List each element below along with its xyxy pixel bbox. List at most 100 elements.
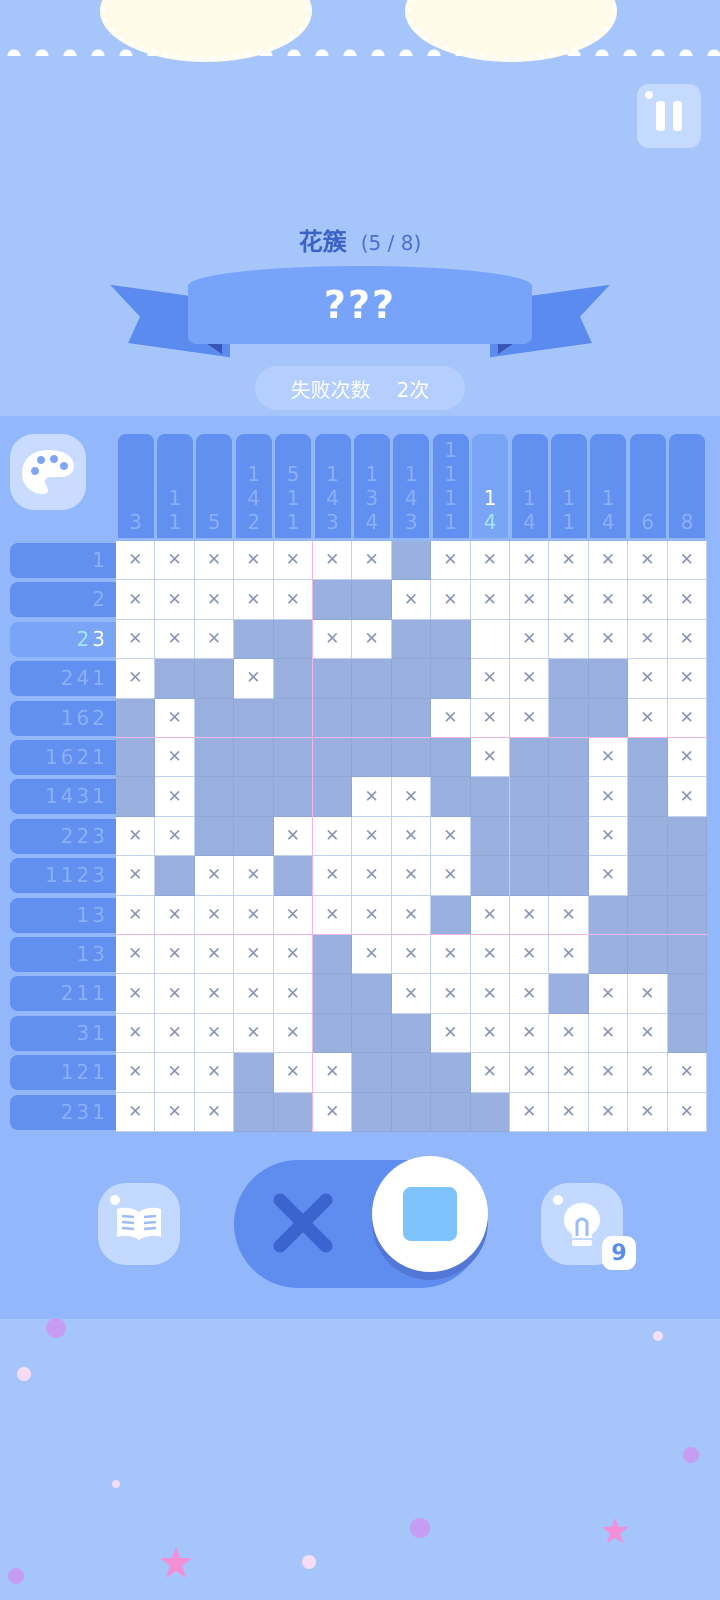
grid-cell-filled[interactable] — [391, 619, 432, 660]
grid-cell-crossed[interactable]: ✕ — [155, 777, 195, 817]
grid-cell-filled[interactable] — [352, 738, 392, 778]
grid-cell-crossed[interactable]: ✕ — [194, 935, 235, 975]
grid-cell-crossed[interactable]: ✕ — [549, 1013, 589, 1054]
grid-cell-crossed[interactable]: ✕ — [313, 619, 353, 660]
grid-cell-filled[interactable] — [667, 1013, 707, 1054]
grid-cell-crossed[interactable]: ✕ — [116, 1013, 156, 1054]
grid-cell-crossed[interactable]: ✕ — [431, 580, 471, 620]
grid-cell-crossed[interactable]: ✕ — [470, 698, 510, 738]
grid-cell-filled[interactable] — [352, 659, 392, 699]
grid-cell-crossed[interactable]: ✕ — [194, 974, 235, 1014]
grid-cell-crossed[interactable]: ✕ — [273, 1013, 313, 1054]
grid-cell-crossed[interactable]: ✕ — [510, 974, 550, 1014]
grid-cell-crossed[interactable]: ✕ — [431, 541, 471, 581]
grid-cell-crossed[interactable]: ✕ — [155, 1013, 195, 1054]
grid-cell-filled[interactable] — [155, 856, 195, 896]
grid-cell-filled[interactable] — [431, 1053, 471, 1093]
grid-cell-filled[interactable] — [352, 698, 392, 738]
grid-cell-crossed[interactable]: ✕ — [273, 974, 313, 1014]
grid-cell-filled[interactable] — [549, 698, 589, 738]
grid-cell-filled[interactable] — [234, 1053, 274, 1093]
grid-cell-filled[interactable] — [391, 738, 432, 778]
grid-cell-filled[interactable] — [313, 659, 353, 699]
grid-cell-crossed[interactable]: ✕ — [155, 541, 195, 581]
grid-cell-crossed[interactable]: ✕ — [628, 541, 668, 581]
grid-cell-filled[interactable] — [431, 659, 471, 699]
grid-cell-crossed[interactable]: ✕ — [588, 580, 629, 620]
grid-cell-crossed[interactable]: ✕ — [234, 935, 274, 975]
grid-cell-crossed[interactable]: ✕ — [470, 974, 510, 1014]
grid-cell-crossed[interactable]: ✕ — [273, 541, 313, 581]
grid-cell-filled[interactable] — [194, 816, 235, 857]
grid-cell-filled[interactable] — [234, 698, 274, 738]
grid-cell-crossed[interactable]: ✕ — [667, 698, 707, 738]
grid-cell-crossed[interactable]: ✕ — [155, 816, 195, 857]
grid-cell-crossed[interactable]: ✕ — [628, 698, 668, 738]
grid-cell-filled[interactable] — [194, 777, 235, 817]
grid-cell-crossed[interactable]: ✕ — [628, 974, 668, 1014]
grid-cell-filled[interactable] — [273, 698, 313, 738]
grid-cell-crossed[interactable]: ✕ — [431, 856, 471, 896]
grid-cell-crossed[interactable]: ✕ — [588, 619, 629, 660]
grid-cell-crossed[interactable]: ✕ — [116, 895, 156, 935]
grid-cell-filled[interactable] — [273, 777, 313, 817]
book-button[interactable] — [98, 1183, 180, 1265]
grid-cell-crossed[interactable]: ✕ — [234, 856, 274, 896]
grid-cell-filled[interactable] — [352, 974, 392, 1014]
grid-cell-crossed[interactable]: ✕ — [155, 698, 195, 738]
grid-cell-crossed[interactable]: ✕ — [510, 1092, 550, 1132]
grid-cell-crossed[interactable]: ✕ — [431, 698, 471, 738]
grid-cell-filled[interactable] — [313, 935, 353, 975]
grid-cell-crossed[interactable]: ✕ — [234, 541, 274, 581]
grid-cell-filled[interactable] — [352, 1092, 392, 1132]
grid-cell-crossed[interactable]: ✕ — [352, 541, 392, 581]
grid-cell-filled[interactable] — [470, 1092, 510, 1132]
grid-cell-filled[interactable] — [352, 580, 392, 620]
grid-cell-filled[interactable] — [234, 1092, 274, 1132]
grid-cell-crossed[interactable]: ✕ — [588, 856, 629, 896]
grid-cell-filled[interactable] — [391, 541, 432, 581]
grid-cell-filled[interactable] — [273, 738, 313, 778]
fill-mode-knob[interactable] — [372, 1156, 488, 1272]
grid-cell-crossed[interactable]: ✕ — [549, 1092, 589, 1132]
grid-cell-filled[interactable] — [313, 974, 353, 1014]
grid-cell-filled[interactable] — [194, 698, 235, 738]
grid-cell-filled[interactable] — [313, 580, 353, 620]
grid-cell-filled[interactable] — [431, 619, 471, 660]
grid-cell-crossed[interactable]: ✕ — [667, 619, 707, 660]
grid-cell-filled[interactable] — [549, 816, 589, 857]
grid-cell-filled[interactable] — [391, 659, 432, 699]
grid-cell-filled[interactable] — [628, 738, 668, 778]
grid-cell-filled[interactable] — [313, 777, 353, 817]
grid-cell-crossed[interactable]: ✕ — [628, 659, 668, 699]
grid-cell-crossed[interactable]: ✕ — [510, 895, 550, 935]
grid-cell-crossed[interactable]: ✕ — [470, 1013, 510, 1054]
grid-cell-crossed[interactable]: ✕ — [628, 619, 668, 660]
grid-cell-crossed[interactable]: ✕ — [313, 541, 353, 581]
grid-cell-crossed[interactable]: ✕ — [313, 856, 353, 896]
grid-cell-crossed[interactable]: ✕ — [194, 856, 235, 896]
grid-cell-filled[interactable] — [588, 698, 629, 738]
grid-cell-crossed[interactable]: ✕ — [431, 974, 471, 1014]
grid-cell-crossed[interactable]: ✕ — [155, 895, 195, 935]
grid-cell-crossed[interactable]: ✕ — [510, 1013, 550, 1054]
grid-cell-crossed[interactable]: ✕ — [352, 619, 392, 660]
grid-cell-crossed[interactable]: ✕ — [273, 816, 313, 857]
grid-cell-crossed[interactable]: ✕ — [313, 816, 353, 857]
grid-cell-crossed[interactable]: ✕ — [391, 580, 432, 620]
grid-cell-crossed[interactable]: ✕ — [667, 580, 707, 620]
grid-cell-filled[interactable] — [549, 659, 589, 699]
grid-cell-filled[interactable] — [431, 895, 471, 935]
grid-cell-filled[interactable] — [194, 738, 235, 778]
cross-icon[interactable] — [272, 1192, 334, 1254]
grid-cell-filled[interactable] — [391, 1013, 432, 1054]
grid-cell-crossed[interactable]: ✕ — [352, 816, 392, 857]
grid-cell-crossed[interactable]: ✕ — [116, 1092, 156, 1132]
grid-cell-crossed[interactable]: ✕ — [628, 580, 668, 620]
grid-cell-filled[interactable] — [273, 856, 313, 896]
grid-cell-crossed[interactable]: ✕ — [510, 659, 550, 699]
grid-cell-filled[interactable] — [273, 659, 313, 699]
grid-cell-crossed[interactable]: ✕ — [116, 619, 156, 660]
grid-cell-filled[interactable] — [470, 777, 510, 817]
grid-cell-filled[interactable] — [313, 738, 353, 778]
